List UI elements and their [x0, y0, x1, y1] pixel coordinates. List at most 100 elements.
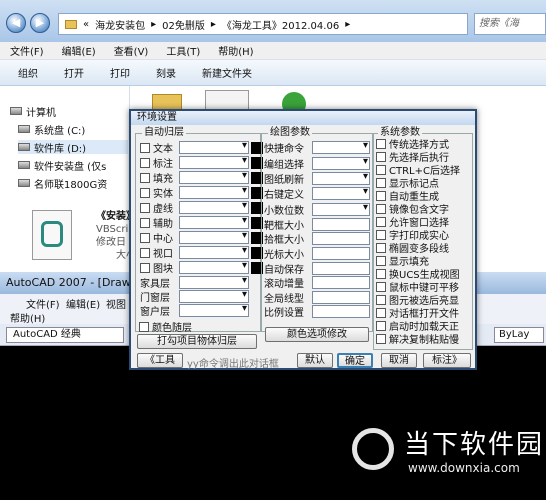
checkbox[interactable] — [376, 333, 386, 344]
workspace-select[interactable]: AutoCAD 经典 — [6, 327, 124, 343]
nav-drive-teacher[interactable]: 名师联1800G资 — [18, 176, 107, 191]
param-input[interactable] — [312, 156, 370, 170]
ok-button[interactable]: 确定 — [337, 353, 373, 368]
checkbox[interactable] — [376, 255, 386, 266]
assign-layer-button[interactable]: 打勾项目物体归层 — [137, 334, 257, 349]
tools-button[interactable]: 《工具 — [137, 353, 183, 368]
breadcrumb-item[interactable]: 海龙安装包 — [95, 17, 145, 32]
param-input[interactable] — [312, 232, 370, 246]
checkbox[interactable] — [140, 202, 150, 213]
checkbox[interactable] — [140, 232, 150, 243]
checkbox[interactable] — [376, 242, 386, 253]
search-input[interactable]: 搜索《海 — [474, 13, 546, 35]
drawing-param-row[interactable]: 右键定义 — [264, 186, 370, 201]
menu-help[interactable]: 帮助(H) — [218, 43, 253, 58]
new-folder-button[interactable]: 新建文件夹 — [202, 65, 252, 80]
layer-select[interactable] — [179, 215, 249, 229]
param-input[interactable] — [312, 246, 370, 260]
drawing-param-row[interactable]: 自动保存 — [264, 261, 370, 276]
checkbox[interactable] — [140, 157, 150, 168]
checkbox[interactable] — [139, 321, 149, 332]
menu-edit[interactable]: 编辑(E) — [62, 43, 96, 58]
checkbox[interactable] — [376, 151, 386, 162]
param-input[interactable] — [312, 290, 370, 304]
drawing-param-row[interactable]: 靶框大小 — [264, 217, 370, 232]
layer-select[interactable] — [179, 260, 249, 274]
breadcrumb-overflow[interactable]: « — [83, 19, 89, 30]
layer-row[interactable]: 辅助 — [140, 215, 263, 230]
breadcrumb-item[interactable]: 02免删版 — [162, 17, 205, 32]
checkbox[interactable] — [376, 307, 386, 318]
breadcrumb-item[interactable]: 《海龙工具》2012.04.06 — [222, 17, 339, 32]
nav-drive-c[interactable]: 系统盘 (C:) — [18, 122, 85, 137]
checkbox[interactable] — [140, 217, 150, 228]
layer-name-input[interactable] — [179, 275, 249, 289]
drawing-param-row[interactable]: 编组选择 — [264, 155, 370, 171]
default-button[interactable]: 默认 — [297, 353, 333, 368]
checkbox[interactable] — [376, 138, 386, 149]
layer-select[interactable] — [179, 185, 249, 199]
layer-select[interactable] — [179, 245, 249, 259]
layer-extra-row[interactable]: 家具层 — [140, 275, 249, 290]
checkbox[interactable] — [376, 268, 386, 279]
param-input[interactable] — [312, 202, 370, 216]
checkbox[interactable] — [376, 177, 386, 188]
menu-file[interactable]: 文件(F) — [10, 43, 44, 58]
param-input[interactable] — [312, 276, 370, 290]
nav-drive-d[interactable]: 软件库 (D:) — [18, 140, 128, 155]
layer-row[interactable]: 虚线 — [140, 200, 263, 215]
checkbox[interactable] — [140, 247, 150, 258]
menu-view[interactable]: 查看(V) — [114, 43, 149, 58]
layer-row[interactable]: 文本 — [140, 140, 263, 155]
drawing-param-row[interactable]: 滚动增量 — [264, 275, 370, 290]
menu-tools[interactable]: 工具(T) — [166, 43, 200, 58]
layer-select[interactable] — [179, 140, 249, 154]
param-input[interactable] — [312, 305, 370, 319]
checkbox[interactable] — [376, 216, 386, 227]
drawing-param-row[interactable]: 小数位数 — [264, 202, 370, 217]
open-button[interactable]: 打开 — [64, 65, 84, 80]
back-icon[interactable]: ◀ — [6, 13, 26, 33]
color-follow-layer-checkbox[interactable]: 颜色随层 — [139, 319, 192, 334]
organize-button[interactable]: 组织 — [18, 65, 38, 80]
drawing-param-row[interactable]: 全局线型 — [264, 290, 370, 305]
address-breadcrumb[interactable]: « 海龙安装包 ▸ 02免删版 ▸ 《海龙工具》2012.04.06 ▸ — [58, 13, 468, 35]
checkbox[interactable] — [140, 262, 150, 273]
checkbox[interactable] — [376, 229, 386, 240]
param-input[interactable] — [312, 261, 370, 275]
drawing-param-row[interactable]: 光标大小 — [264, 246, 370, 261]
drawing-param-row[interactable]: 拾框大小 — [264, 232, 370, 246]
checkbox[interactable] — [376, 294, 386, 305]
layer-select[interactable] — [179, 155, 249, 169]
layer-name-input[interactable] — [179, 303, 249, 317]
layer-name-input[interactable] — [179, 289, 249, 303]
checkbox[interactable] — [140, 142, 150, 153]
acad-menu-edit[interactable]: 编辑(E) — [66, 296, 100, 311]
param-input[interactable] — [312, 171, 370, 185]
layer-row[interactable]: 填充 — [140, 170, 263, 185]
layer-select[interactable]: ByLay — [494, 327, 544, 343]
checkbox[interactable] — [376, 190, 386, 201]
acad-menu-file[interactable]: 文件(F) — [26, 296, 60, 311]
checkbox[interactable] — [140, 172, 150, 183]
drawing-param-row[interactable]: 比例设置 — [264, 305, 370, 319]
color-options-button[interactable]: 颜色选项修改 — [265, 327, 369, 342]
checkbox[interactable] — [376, 281, 386, 292]
drawing-param-row[interactable]: 快捷命令 — [264, 140, 370, 155]
nav-computer[interactable]: 计算机 — [10, 104, 56, 119]
layer-extra-row[interactable]: 窗户层 — [140, 303, 249, 318]
nav-drive-install[interactable]: 软件安装盘 (仅s — [18, 158, 106, 173]
acad-menu-view[interactable]: 视图 — [106, 296, 126, 311]
layer-select[interactable] — [179, 230, 249, 244]
forward-icon[interactable]: ▶ — [30, 13, 50, 33]
param-input[interactable] — [312, 186, 370, 201]
cancel-button[interactable]: 取消 — [381, 353, 417, 368]
checkbox[interactable] — [376, 320, 386, 331]
layer-select[interactable] — [179, 200, 249, 214]
layer-extra-row[interactable]: 门窗层 — [140, 289, 249, 304]
param-input[interactable] — [312, 140, 370, 155]
layer-row[interactable]: 实体 — [140, 185, 263, 200]
param-input[interactable] — [312, 217, 370, 231]
checkbox[interactable] — [376, 203, 386, 214]
drawing-param-row[interactable]: 图纸刷新 — [264, 171, 370, 186]
